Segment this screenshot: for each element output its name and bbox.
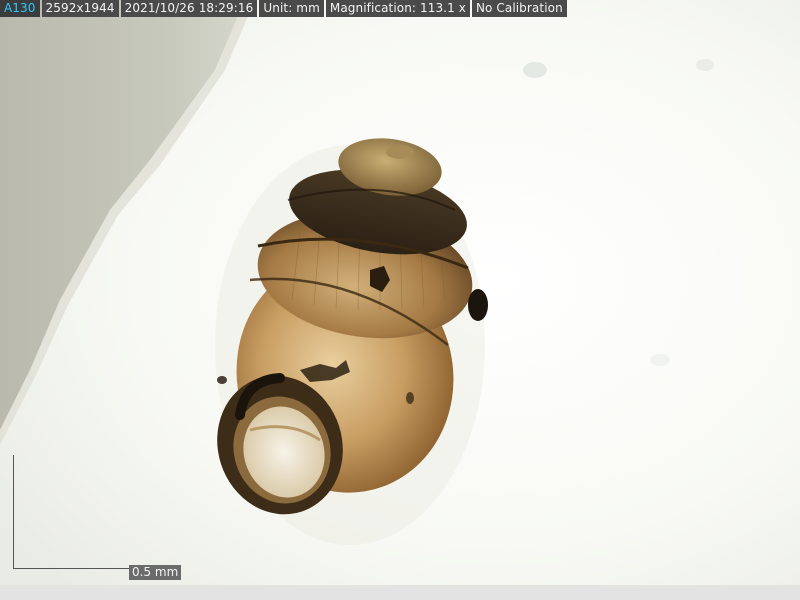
model-label: A130	[0, 0, 40, 17]
model-text: A130	[4, 1, 36, 15]
magnification-label: Magnification: 113.1 x	[325, 0, 470, 17]
unit-label: Unit: mm	[259, 0, 324, 17]
bottom-strip	[0, 585, 800, 600]
scale-bar-horizontal-line	[13, 568, 131, 569]
resolution-label: 2592x1944	[41, 0, 119, 17]
scale-bar-label: 0.5 mm	[129, 565, 182, 580]
calibration-label: No Calibration	[471, 0, 567, 17]
info-bar: A130 2592x1944 2021/10/26 18:29:16 Unit:…	[0, 0, 567, 17]
datetime-label: 2021/10/26 18:29:16	[120, 0, 258, 17]
scale-bar	[13, 455, 133, 570]
scale-bar-vertical-line	[13, 455, 14, 569]
